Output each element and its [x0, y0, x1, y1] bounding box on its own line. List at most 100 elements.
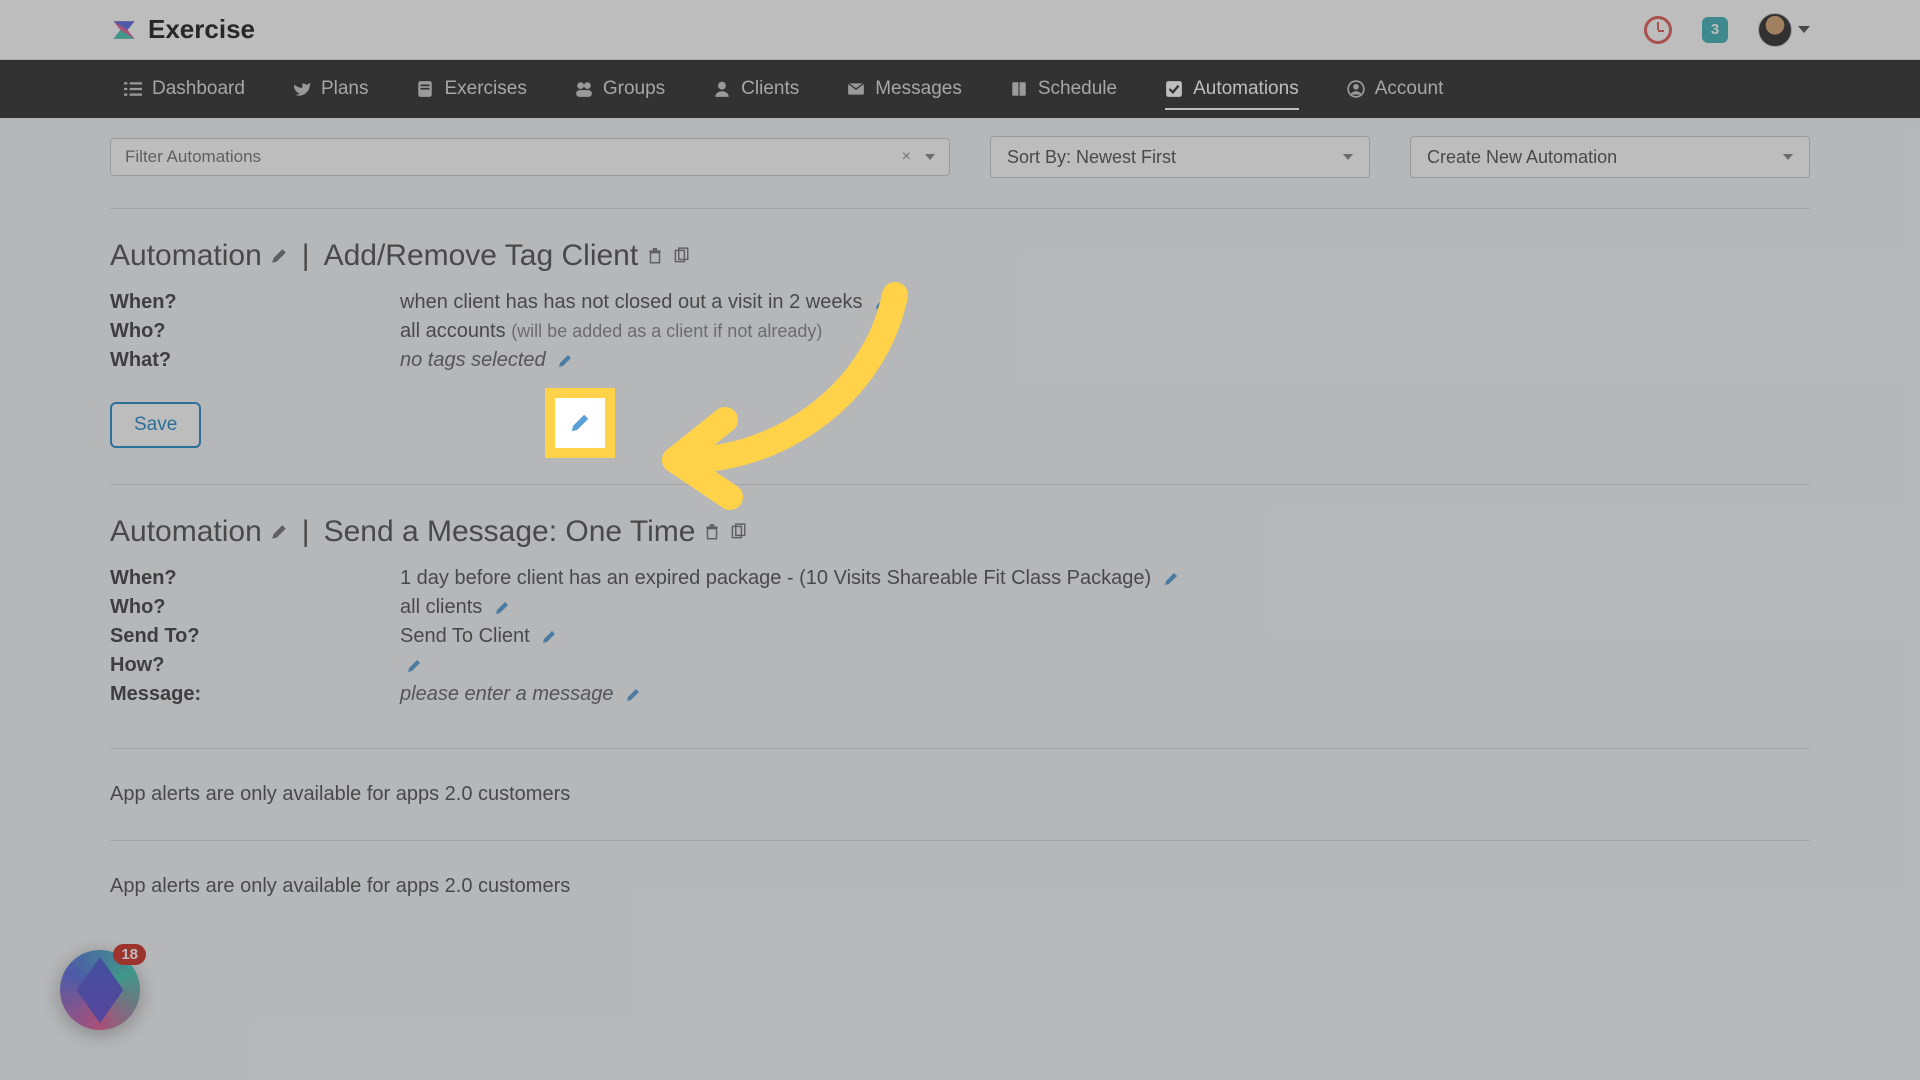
nav-label: Clients — [741, 78, 799, 100]
when-text: when client has has not closed out a vis… — [400, 291, 862, 313]
copy-icon[interactable] — [672, 247, 690, 265]
who-text: all accounts — [400, 320, 506, 342]
user-icon — [713, 80, 731, 98]
how-value — [400, 654, 422, 677]
when-value: when client has has not closed out a vis… — [400, 291, 890, 314]
what-label: What? — [110, 349, 400, 372]
nav-exercises[interactable]: Exercises — [392, 60, 550, 118]
filter-row: Filter Automations × Sort By: Newest Fir… — [110, 136, 1810, 178]
check-square-icon — [1165, 80, 1183, 98]
nav-messages[interactable]: Messages — [823, 60, 986, 118]
user-circle-icon — [1347, 80, 1365, 98]
message-text: please enter a message — [400, 683, 613, 705]
topbar: Exercise 3 — [0, 0, 1920, 60]
title-suffix: Send a Message: One Time — [324, 515, 696, 549]
nav-label: Schedule — [1038, 78, 1117, 100]
filter-input[interactable]: Filter Automations × — [110, 138, 950, 176]
filter-placeholder: Filter Automations — [125, 147, 261, 167]
nav-label: Messages — [875, 78, 962, 100]
brand-name: Exercise — [148, 14, 255, 45]
how-label: How? — [110, 654, 400, 677]
nav-label: Plans — [321, 78, 369, 100]
chevron-down-icon[interactable] — [925, 154, 935, 160]
book-icon — [1010, 80, 1028, 98]
note-icon — [416, 80, 434, 98]
automation-card-2: Automation | Send a Message: One Time Wh… — [110, 485, 1810, 748]
nav-dashboard[interactable]: Dashboard — [100, 60, 269, 118]
create-automation-select[interactable]: Create New Automation — [1410, 136, 1810, 178]
chevron-down-icon — [1783, 154, 1793, 160]
pencil-icon[interactable] — [569, 412, 591, 434]
who-label: Who? — [110, 320, 400, 343]
when-label: When? — [110, 567, 400, 590]
when-value: 1 day before client has an expired packa… — [400, 567, 1179, 590]
pencil-icon[interactable] — [874, 295, 890, 311]
sendto-text: Send To Client — [400, 625, 530, 647]
app-launcher-bubble[interactable]: 18 — [60, 950, 140, 1030]
pencil-icon[interactable] — [270, 523, 288, 541]
automation-card-1: Automation | Add/Remove Tag Client When?… — [110, 209, 1810, 484]
list-icon — [124, 80, 142, 98]
sort-select[interactable]: Sort By: Newest First — [990, 136, 1370, 178]
pencil-icon[interactable] — [625, 687, 641, 703]
pencil-icon[interactable] — [406, 658, 422, 674]
nav-label: Exercises — [444, 78, 526, 100]
notification-badge[interactable]: 3 — [1702, 17, 1728, 43]
nav-label: Groups — [603, 78, 665, 100]
nav-schedule[interactable]: Schedule — [986, 60, 1141, 118]
who-label: Who? — [110, 596, 400, 619]
nav-plans[interactable]: Plans — [269, 60, 393, 118]
bird-icon — [293, 80, 311, 98]
pencil-icon[interactable] — [541, 629, 557, 645]
tutorial-highlight — [545, 388, 615, 458]
nav-automations[interactable]: Automations — [1141, 60, 1323, 118]
title-suffix: Add/Remove Tag Client — [324, 239, 639, 273]
chevron-down-icon — [1343, 154, 1353, 160]
sort-label: Sort By: Newest First — [1007, 147, 1176, 168]
title-separator: | — [302, 515, 310, 549]
nav-label: Account — [1375, 78, 1444, 100]
message-value: please enter a message — [400, 683, 641, 706]
pencil-icon[interactable] — [1163, 571, 1179, 587]
account-menu[interactable] — [1758, 13, 1810, 47]
title-separator: | — [302, 239, 310, 273]
brand[interactable]: Exercise — [110, 14, 255, 45]
who-text: all clients — [400, 596, 482, 618]
topbar-right: 3 — [1644, 13, 1810, 47]
group-icon — [575, 80, 593, 98]
trash-icon[interactable] — [703, 523, 721, 541]
title-prefix: Automation — [110, 239, 262, 273]
nav-account[interactable]: Account — [1323, 60, 1468, 118]
clear-icon[interactable]: × — [902, 148, 911, 166]
pencil-icon[interactable] — [494, 600, 510, 616]
chevron-down-icon — [1798, 26, 1810, 33]
who-note: (will be added as a client if not alread… — [511, 321, 822, 341]
who-value: all accounts (will be added as a client … — [400, 320, 822, 343]
app-logo-icon — [77, 957, 124, 1024]
envelope-icon — [847, 80, 865, 98]
copy-icon[interactable] — [729, 523, 747, 541]
pencil-icon[interactable] — [557, 353, 573, 369]
sendto-value: Send To Client — [400, 625, 557, 648]
create-label: Create New Automation — [1427, 147, 1617, 168]
who-value: all clients — [400, 596, 510, 619]
trash-icon[interactable] — [646, 247, 664, 265]
automation-title: Automation | Send a Message: One Time — [110, 515, 1810, 549]
nav-groups[interactable]: Groups — [551, 60, 689, 118]
clock-icon[interactable] — [1644, 16, 1672, 44]
sendto-label: Send To? — [110, 625, 400, 648]
nav-label: Automations — [1193, 78, 1299, 100]
what-text: no tags selected — [400, 349, 546, 371]
nav-clients[interactable]: Clients — [689, 60, 823, 118]
pencil-icon[interactable] — [270, 247, 288, 265]
nav-label: Dashboard — [152, 78, 245, 100]
when-label: When? — [110, 291, 400, 314]
save-button[interactable]: Save — [110, 402, 201, 448]
brand-logo-icon — [110, 16, 138, 44]
when-text: 1 day before client has an expired packa… — [400, 567, 1151, 589]
content: Filter Automations × Sort By: Newest Fir… — [0, 118, 1920, 932]
alert-note: App alerts are only available for apps 2… — [110, 841, 1810, 932]
message-label: Message: — [110, 683, 400, 706]
avatar — [1758, 13, 1792, 47]
main-nav: Dashboard Plans Exercises Groups Clients… — [0, 60, 1920, 118]
